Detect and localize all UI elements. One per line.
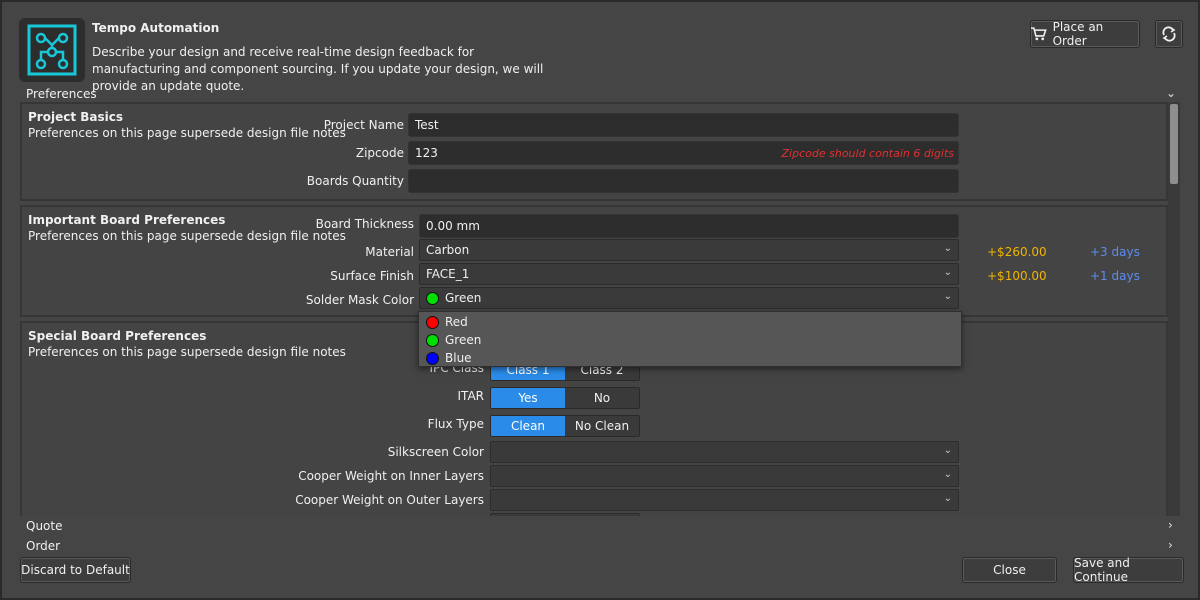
inner-layers-label: Cooper Weight on Inner Layers (298, 469, 484, 483)
main-window: Tempo Automation Describe your design an… (0, 0, 1200, 600)
surface-days: +1 days (1090, 269, 1140, 283)
chevron-down-icon: ⌄ (943, 267, 952, 278)
itar-toggle[interactable]: Yes No (490, 387, 640, 409)
project-name-input[interactable]: Test (408, 113, 959, 137)
zipcode-value: 123 (415, 146, 438, 160)
place-order-label: Place an Order (1052, 20, 1104, 48)
blue-swatch (426, 351, 439, 365)
sync-button[interactable] (1155, 20, 1183, 48)
cart-icon (1031, 27, 1047, 41)
scrollbar-thumb[interactable] (1170, 104, 1178, 184)
red-swatch (426, 315, 439, 329)
surface-price: +$100.00 (987, 269, 1047, 283)
tempo-logo (19, 18, 85, 82)
close-button[interactable]: Close (962, 557, 1057, 583)
solder-mask-option-red[interactable]: Red (426, 313, 468, 331)
app-description: Describe your design and receive real-ti… (92, 45, 544, 93)
solder-mask-select[interactable]: Green ⌄ (419, 287, 959, 309)
save-and-continue-button[interactable]: Save and Continue (1073, 556, 1184, 584)
place-order-button[interactable]: Place an Order (1030, 20, 1140, 48)
material-label: Material (365, 245, 414, 259)
group-subtitle: Preferences on this page supersede desig… (28, 126, 346, 140)
project-basics-group: Project Basics Preferences on this page … (20, 102, 1168, 201)
silkscreen-color-select[interactable]: ⌄ (490, 441, 959, 463)
sync-icon (1162, 26, 1176, 42)
board-thickness-input[interactable]: 0.00 mm (419, 214, 959, 238)
circuit-icon (27, 24, 77, 76)
solder-mask-option-blue[interactable]: Blue (426, 349, 472, 367)
app-title: Tempo Automation (92, 21, 220, 35)
chevron-down-icon[interactable]: ⌄ (1166, 86, 1176, 100)
green-swatch (426, 291, 439, 305)
group-title: Special Board Preferences (28, 329, 207, 343)
chevron-right-icon[interactable]: › (1168, 538, 1173, 552)
important-preferences-group: Important Board Preferences Preferences … (20, 205, 1168, 317)
material-value: Carbon (426, 243, 470, 257)
itar-yes-option[interactable]: Yes (491, 388, 565, 408)
zipcode-input[interactable]: 123 Zipcode should contain 6 digits (408, 141, 959, 165)
board-thickness-value: 0.00 mm (426, 219, 480, 233)
project-name-label: Project Name (323, 118, 404, 132)
chevron-down-icon: ⌄ (943, 493, 952, 504)
group-title: Important Board Preferences (28, 213, 226, 227)
solder-mask-label: Solder Mask Color (305, 293, 414, 307)
boards-quantity-input[interactable] (408, 169, 959, 193)
flux-type-label: Flux Type (427, 417, 484, 431)
material-select[interactable]: Carbon ⌄ (419, 239, 959, 261)
green-swatch (426, 333, 439, 347)
chevron-down-icon: ⌄ (943, 243, 952, 254)
option-label: Green (445, 333, 482, 347)
itar-no-option[interactable]: No (565, 388, 639, 408)
quote-section-header[interactable]: Quote (26, 519, 62, 533)
material-days: +3 days (1090, 245, 1140, 259)
chevron-down-icon: ⌄ (943, 445, 952, 456)
close-label: Close (993, 563, 1026, 577)
group-title: Project Basics (28, 110, 123, 124)
zipcode-label: Zipcode (355, 146, 404, 160)
project-name-value: Test (415, 118, 439, 132)
order-section-header[interactable]: Order (26, 539, 60, 553)
chevron-right-icon[interactable]: › (1168, 518, 1173, 532)
solder-mask-option-green[interactable]: Green (426, 331, 481, 349)
discard-to-default-button[interactable]: Discard to Default (20, 557, 131, 583)
outer-layers-label: Cooper Weight on Outer Layers (295, 493, 484, 507)
silkscreen-color-label: Silkscreen Color (387, 445, 484, 459)
group-subtitle: Preferences on this page supersede desig… (28, 345, 346, 359)
outer-layers-select[interactable]: ⌄ (490, 489, 959, 511)
preferences-section-header[interactable]: Preferences (26, 87, 97, 101)
solder-mask-dropdown[interactable]: Red Green Blue (418, 311, 962, 367)
vertical-scrollbar[interactable] (1168, 102, 1180, 516)
preferences-scroll-area[interactable]: Project Basics Preferences on this page … (20, 102, 1182, 516)
surface-finish-select[interactable]: FACE_1 ⌄ (419, 263, 959, 285)
save-label: Save and Continue (1074, 556, 1130, 584)
flux-no-clean-option[interactable]: No Clean (565, 416, 639, 436)
inner-layers-select[interactable]: ⌄ (490, 465, 959, 487)
solder-mask-value: Green (445, 291, 482, 305)
surface-finish-label: Surface Finish (330, 269, 414, 283)
option-label: Red (445, 315, 468, 329)
flux-type-toggle[interactable]: Clean No Clean (490, 415, 640, 437)
material-price: +$260.00 (987, 245, 1047, 259)
chevron-down-icon: ⌄ (943, 469, 952, 480)
surface-finish-value: FACE_1 (426, 267, 470, 281)
itar-label: ITAR (457, 389, 484, 403)
board-thickness-label: Board Thickness (315, 217, 414, 231)
flux-clean-option[interactable]: Clean (491, 416, 565, 436)
partial-field[interactable] (490, 513, 640, 516)
discard-label: Discard to Default (21, 563, 130, 577)
boards-quantity-label: Boards Quantity (306, 174, 404, 188)
zipcode-error: Zipcode should contain 6 digits (781, 147, 954, 160)
group-subtitle: Preferences on this page supersede desig… (28, 229, 346, 243)
option-label: Blue (445, 351, 472, 365)
chevron-down-icon: ⌄ (943, 291, 952, 302)
